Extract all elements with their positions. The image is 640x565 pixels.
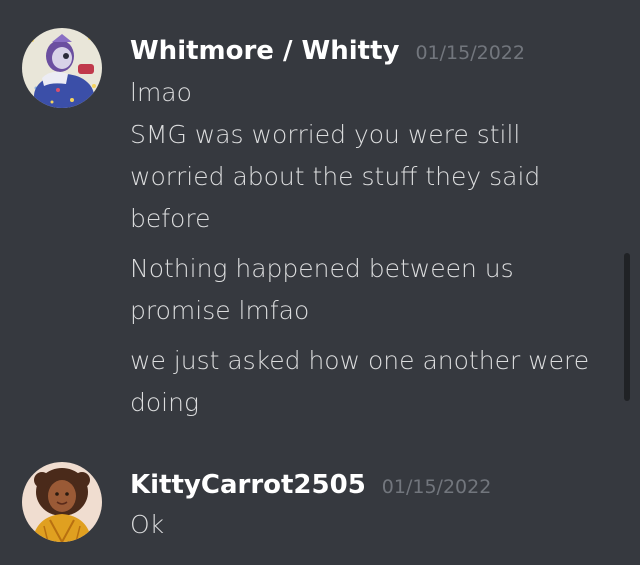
- timestamp-kittycarrot: 01/15/2022: [381, 476, 492, 498]
- avatar-whitmore-icon[interactable]: [22, 28, 102, 108]
- message-group-kittycarrot: KittyCarrot2505 01/15/2022 Ok: [0, 440, 640, 565]
- message-header-whitmore: Whitmore / Whitty 01/15/2022: [130, 36, 525, 66]
- message-group-whitmore: Whitmore / Whitty 01/15/2022 lmao SMG wa…: [0, 0, 640, 440]
- message-text: we just asked how one another were doing: [130, 346, 590, 417]
- message-text: Nothing happened between us promise lmfa…: [130, 254, 514, 325]
- scrollbar-thumb[interactable]: [624, 253, 630, 401]
- avatar-kittycarrot-icon[interactable]: [22, 462, 102, 542]
- username-whitmore[interactable]: Whitmore / Whitty: [130, 36, 399, 66]
- message-text: lmao: [130, 78, 192, 107]
- message-text: Ok: [130, 510, 165, 539]
- username-kittycarrot[interactable]: KittyCarrot2505: [130, 470, 366, 500]
- timestamp-whitmore: 01/15/2022: [415, 42, 525, 64]
- message-header-kittycarrot: KittyCarrot2505 01/15/2022: [130, 470, 491, 500]
- message-text: SMG was worried you were still worried a…: [130, 120, 541, 233]
